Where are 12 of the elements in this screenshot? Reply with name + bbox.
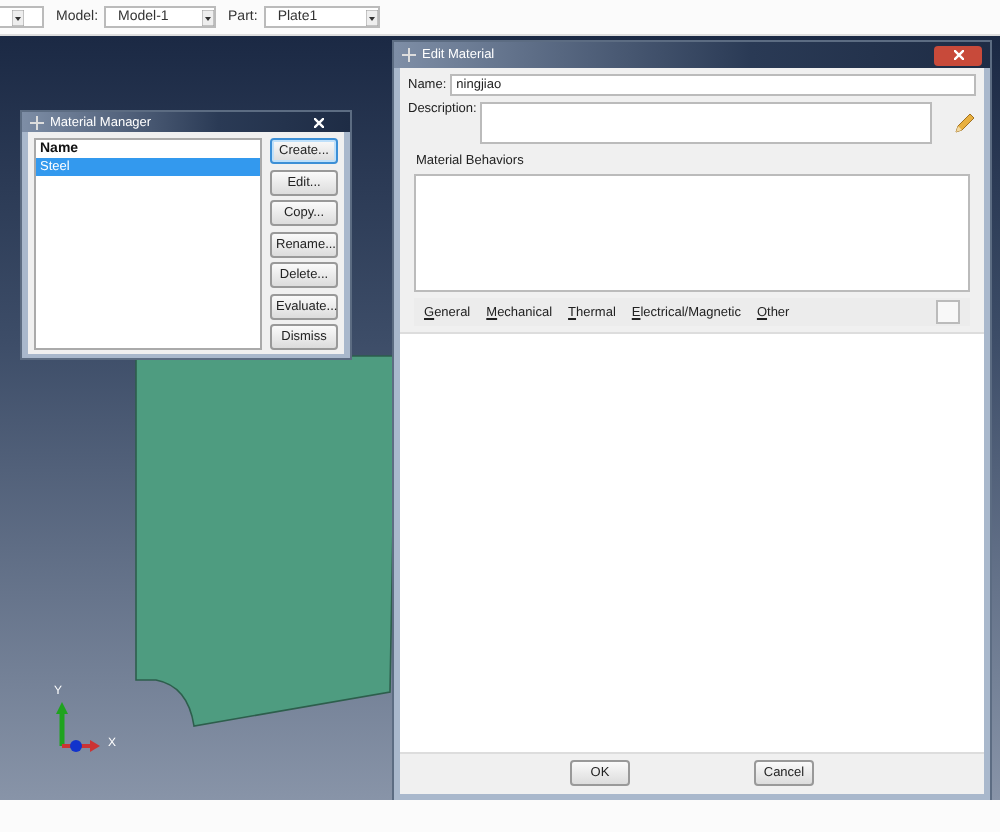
dropdown-arrow-icon[interactable] xyxy=(202,9,215,25)
move-icon xyxy=(30,115,44,129)
axis-triad-icon xyxy=(56,702,100,752)
dropdown-arrow-icon[interactable] xyxy=(365,9,378,25)
close-button[interactable] xyxy=(934,45,982,65)
close-icon xyxy=(953,50,963,60)
move-icon xyxy=(402,48,416,62)
pencil-icon[interactable] xyxy=(952,112,976,134)
dropdown-arrow-icon[interactable] xyxy=(12,9,24,25)
close-icon xyxy=(313,117,323,127)
dropdown-field[interactable] xyxy=(0,6,44,28)
description-field[interactable] xyxy=(480,102,933,144)
